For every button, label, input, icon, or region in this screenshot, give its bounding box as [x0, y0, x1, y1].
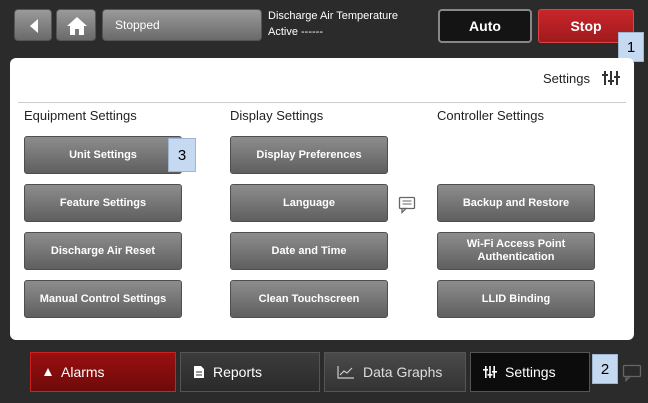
date-and-time-button[interactable]: Date and Time [230, 232, 388, 270]
equipment-settings-title: Equipment Settings [24, 108, 137, 123]
sliders-icon [602, 71, 620, 85]
discharge-air-reset-button[interactable]: Discharge Air Reset [24, 232, 182, 270]
unit-status-box: Stopped [102, 9, 262, 41]
chart-icon [337, 366, 354, 379]
panel-title: Settings [543, 70, 590, 86]
active-alarm-state: Active ------ [268, 26, 323, 38]
comment-icon[interactable] [398, 196, 416, 219]
home-button[interactable] [56, 9, 96, 41]
unit-status-text: Stopped [115, 18, 160, 32]
tab-data-graphs[interactable]: Data Graphs [324, 352, 466, 392]
unit-settings-button[interactable]: Unit Settings [24, 136, 182, 174]
controller-settings-title: Controller Settings [437, 108, 544, 123]
llid-binding-button[interactable]: LLID Binding [437, 280, 595, 318]
manual-control-settings-button[interactable]: Manual Control Settings [24, 280, 182, 318]
top-bar: Stopped Discharge Air Temperature Active… [10, 6, 638, 46]
comment-icon[interactable] [622, 364, 642, 387]
clean-touchscreen-button[interactable]: Clean Touchscreen [230, 280, 388, 318]
display-settings-title: Display Settings [230, 108, 324, 123]
auto-button[interactable]: Auto [438, 9, 532, 43]
tab-alarms-label: Alarms [61, 364, 105, 380]
tab-reports-label: Reports [213, 364, 263, 380]
tab-alarms[interactable]: Alarms [30, 352, 176, 392]
tab-reports[interactable]: Reports [180, 352, 320, 392]
callout-badge-2: 2 [592, 354, 618, 384]
tab-settings-label: Settings [505, 364, 556, 380]
wifi-access-point-authentication-button[interactable]: Wi-Fi Access Point Authentication [437, 232, 595, 270]
bottom-nav: Alarms Reports Data Graphs Settings [12, 352, 632, 392]
backup-and-restore-button[interactable]: Backup and Restore [437, 184, 595, 222]
back-arrow-icon [30, 19, 38, 33]
tab-data-graphs-label: Data Graphs [363, 364, 443, 380]
back-button[interactable] [14, 9, 52, 41]
active-alarm-title: Discharge Air Temperature [268, 10, 399, 22]
feature-settings-button[interactable]: Feature Settings [24, 184, 182, 222]
panel-header: Settings [543, 70, 620, 86]
sliders-icon [483, 366, 497, 378]
home-icon [67, 17, 87, 35]
alarm-triangle-icon [44, 368, 52, 376]
header-divider [18, 102, 626, 103]
tab-settings[interactable]: Settings [470, 352, 590, 392]
callout-badge-3: 3 [168, 138, 196, 172]
active-alarm-display[interactable]: Discharge Air Temperature Active ------ [268, 8, 398, 40]
settings-panel: Settings Equipment Settings Display Sett… [10, 58, 634, 340]
language-button[interactable]: Language [230, 184, 388, 222]
display-preferences-button[interactable]: Display Preferences [230, 136, 388, 174]
document-icon [194, 366, 204, 378]
